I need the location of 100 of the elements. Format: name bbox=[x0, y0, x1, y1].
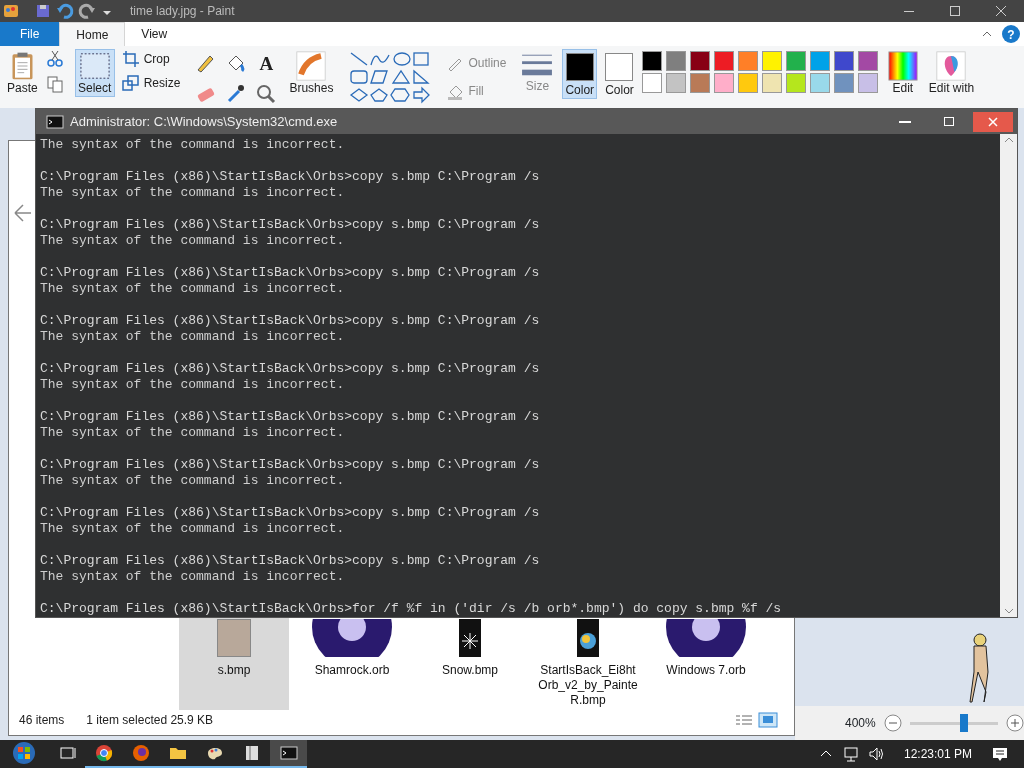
command-line: C:\Program Files (x86)\StartIsBack\Orbs>copy s.bmp C:\Program /s bbox=[40, 313, 541, 329]
maximize-icon bbox=[944, 117, 954, 126]
network-icon[interactable] bbox=[841, 745, 860, 763]
color-selector-button[interactable]: Color bbox=[562, 49, 598, 99]
command-line: C:\Program Files (x86)\StartIsBack\Orbs>copy s.bmp C:\Program /s bbox=[40, 505, 541, 521]
palette-color-swatch[interactable] bbox=[785, 51, 806, 71]
maximize-icon bbox=[950, 6, 960, 16]
command-line: C:\Program Files (x86)\StartIsBack\Orbs>copy s.bmp C:\Program /s bbox=[40, 265, 541, 281]
console-output: The syntax of the command is incorrect. bbox=[40, 185, 346, 201]
palette-color-swatch[interactable] bbox=[761, 73, 782, 93]
edit-colors-button[interactable]: Edit bbox=[884, 49, 921, 97]
minimize-icon bbox=[904, 10, 914, 12]
paste-button[interactable]: Paste bbox=[4, 49, 41, 97]
selection-rectangle-icon bbox=[77, 51, 112, 81]
speaker-icon[interactable] bbox=[867, 745, 886, 763]
palette-color-swatch[interactable] bbox=[761, 51, 782, 71]
console-icon bbox=[279, 744, 298, 762]
palette-color-swatch[interactable] bbox=[833, 73, 854, 93]
command-line: C:\Program Files (x86)\StartIsBack\Orbs>copy s.bmp C:\Program /s bbox=[40, 217, 541, 233]
clock[interactable]: 12:23:01 PM bbox=[893, 745, 982, 763]
close-button[interactable] bbox=[973, 111, 1013, 132]
resize-icon bbox=[121, 74, 140, 92]
palette-color-swatch[interactable] bbox=[641, 73, 662, 93]
command-line: C:\Program Files (x86)\StartIsBack\Orbs>for /f %f in ('dir /s /b orb*.bmp') do copy s.bmp %f /s bbox=[40, 601, 783, 617]
copy-icon[interactable] bbox=[45, 75, 64, 93]
close-icon bbox=[996, 6, 1006, 16]
console-output: The syntax of the command is incorrect. bbox=[40, 281, 346, 297]
command-line: C:\Program Files (x86)\StartIsBack\Orbs>copy s.bmp C:\Program /s bbox=[40, 169, 541, 185]
photo-placeholder bbox=[217, 619, 251, 657]
console-output: The syntax of the command is incorrect. bbox=[40, 521, 346, 537]
crop-icon bbox=[121, 50, 140, 68]
undo-icon[interactable] bbox=[56, 2, 74, 20]
console-output: The syntax of the command is incorrect. bbox=[40, 425, 346, 441]
redo-icon[interactable] bbox=[78, 2, 96, 20]
console-output: The syntax of the command is incorrect. bbox=[40, 233, 346, 249]
selection-info: 1 item selected 25.9 KB bbox=[86, 712, 214, 729]
file-item[interactable]: Windows 7.orb bbox=[651, 617, 761, 710]
console-output: The syntax of the command is incorrect. bbox=[40, 329, 346, 345]
scissors-icon[interactable] bbox=[45, 49, 64, 67]
palette-color-swatch[interactable] bbox=[665, 73, 686, 93]
browser-icon bbox=[131, 744, 150, 762]
palette-color-swatch[interactable] bbox=[857, 51, 878, 71]
close-icon bbox=[988, 116, 998, 127]
zoom-slider-thumb[interactable] bbox=[960, 713, 969, 732]
window-title: time lady.jpg - Paint bbox=[130, 3, 235, 20]
palette-color-swatch[interactable] bbox=[737, 51, 758, 71]
save-icon[interactable] bbox=[34, 2, 52, 20]
palette-color-swatch[interactable] bbox=[713, 51, 734, 71]
orb-image-icon bbox=[577, 619, 599, 657]
ribbon-tab[interactable]: View bbox=[125, 22, 184, 46]
palette-color-swatch[interactable] bbox=[713, 73, 734, 93]
brush-icon bbox=[296, 51, 327, 81]
brushes-button[interactable]: Brushes bbox=[286, 49, 337, 97]
console-output: The syntax of the command is incorrect. bbox=[40, 377, 346, 393]
orb-icon bbox=[663, 619, 749, 657]
zoom-in-icon[interactable] bbox=[1006, 714, 1024, 732]
palette-color-swatch[interactable] bbox=[737, 73, 758, 93]
select-button[interactable]: Select bbox=[74, 49, 115, 97]
command-line: C:\Program Files (x86)\StartIsBack\Orbs>copy s.bmp C:\Program /s bbox=[40, 457, 541, 473]
browser-icon bbox=[94, 744, 113, 762]
orb-icon bbox=[309, 619, 395, 657]
notifications-icon[interactable] bbox=[990, 745, 1010, 763]
image-tool-button[interactable]: Resize bbox=[119, 73, 183, 93]
paint-drop-icon bbox=[936, 51, 967, 81]
help-button[interactable]: ? bbox=[1002, 25, 1020, 43]
palette-color-swatch[interactable] bbox=[641, 51, 662, 71]
taskbar-app-button[interactable] bbox=[270, 740, 307, 768]
command-line: C:\Program Files (x86)\StartIsBack\Orbs>copy s.bmp C:\Program /s bbox=[40, 361, 541, 377]
palette-color-swatch[interactable] bbox=[665, 51, 686, 71]
console-output: The syntax of the command is incorrect. bbox=[40, 473, 346, 489]
edit-with-paint-3d-button[interactable]: Edit with bbox=[925, 49, 978, 97]
palette-color-swatch[interactable] bbox=[689, 51, 710, 71]
palette-color-swatch[interactable] bbox=[809, 51, 830, 71]
image-tool-button[interactable]: Crop bbox=[119, 49, 183, 69]
windows-logo-icon bbox=[12, 741, 36, 765]
palette-color-swatch[interactable] bbox=[809, 73, 830, 93]
zoom-out-icon[interactable] bbox=[883, 714, 902, 732]
palette-color-swatch[interactable] bbox=[785, 73, 806, 93]
palette-color-swatch[interactable] bbox=[857, 73, 878, 93]
palette-color-swatch[interactable] bbox=[833, 51, 854, 71]
file-menu-tab[interactable]: File bbox=[0, 22, 60, 46]
zoom-level: 400% bbox=[845, 715, 876, 732]
magnifier-icon[interactable] bbox=[255, 83, 278, 105]
snowflake-icon bbox=[459, 619, 481, 657]
console-output: The syntax of the command is incorrect. bbox=[40, 569, 346, 585]
window-title: Administrator: C:\Windows\System32\cmd.exe bbox=[70, 112, 338, 131]
file-item[interactable]: Shamrock.orb bbox=[297, 617, 407, 710]
ribbon-tab[interactable]: Home bbox=[59, 22, 126, 46]
palette-color-swatch[interactable] bbox=[689, 73, 710, 93]
text-tool-button[interactable]: A bbox=[255, 53, 278, 75]
task-view-icon bbox=[57, 744, 76, 762]
command-line: C:\Program Files (x86)\StartIsBack\Orbs>copy s.bmp C:\Program /s bbox=[40, 409, 541, 425]
file-item[interactable]: Snow.bmp bbox=[415, 617, 525, 710]
item-count: 46 items bbox=[19, 712, 65, 729]
file-item[interactable]: s.bmp bbox=[179, 617, 289, 710]
large-icons-view-icon[interactable] bbox=[758, 712, 778, 728]
console-output: The syntax of the command is incorrect. bbox=[40, 137, 346, 153]
command-line: C:\Program Files (x86)\StartIsBack\Orbs>copy s.bmp C:\Program /s bbox=[40, 553, 541, 569]
minimize-icon bbox=[899, 120, 911, 123]
color-selector-button[interactable]: Color bbox=[602, 49, 637, 99]
